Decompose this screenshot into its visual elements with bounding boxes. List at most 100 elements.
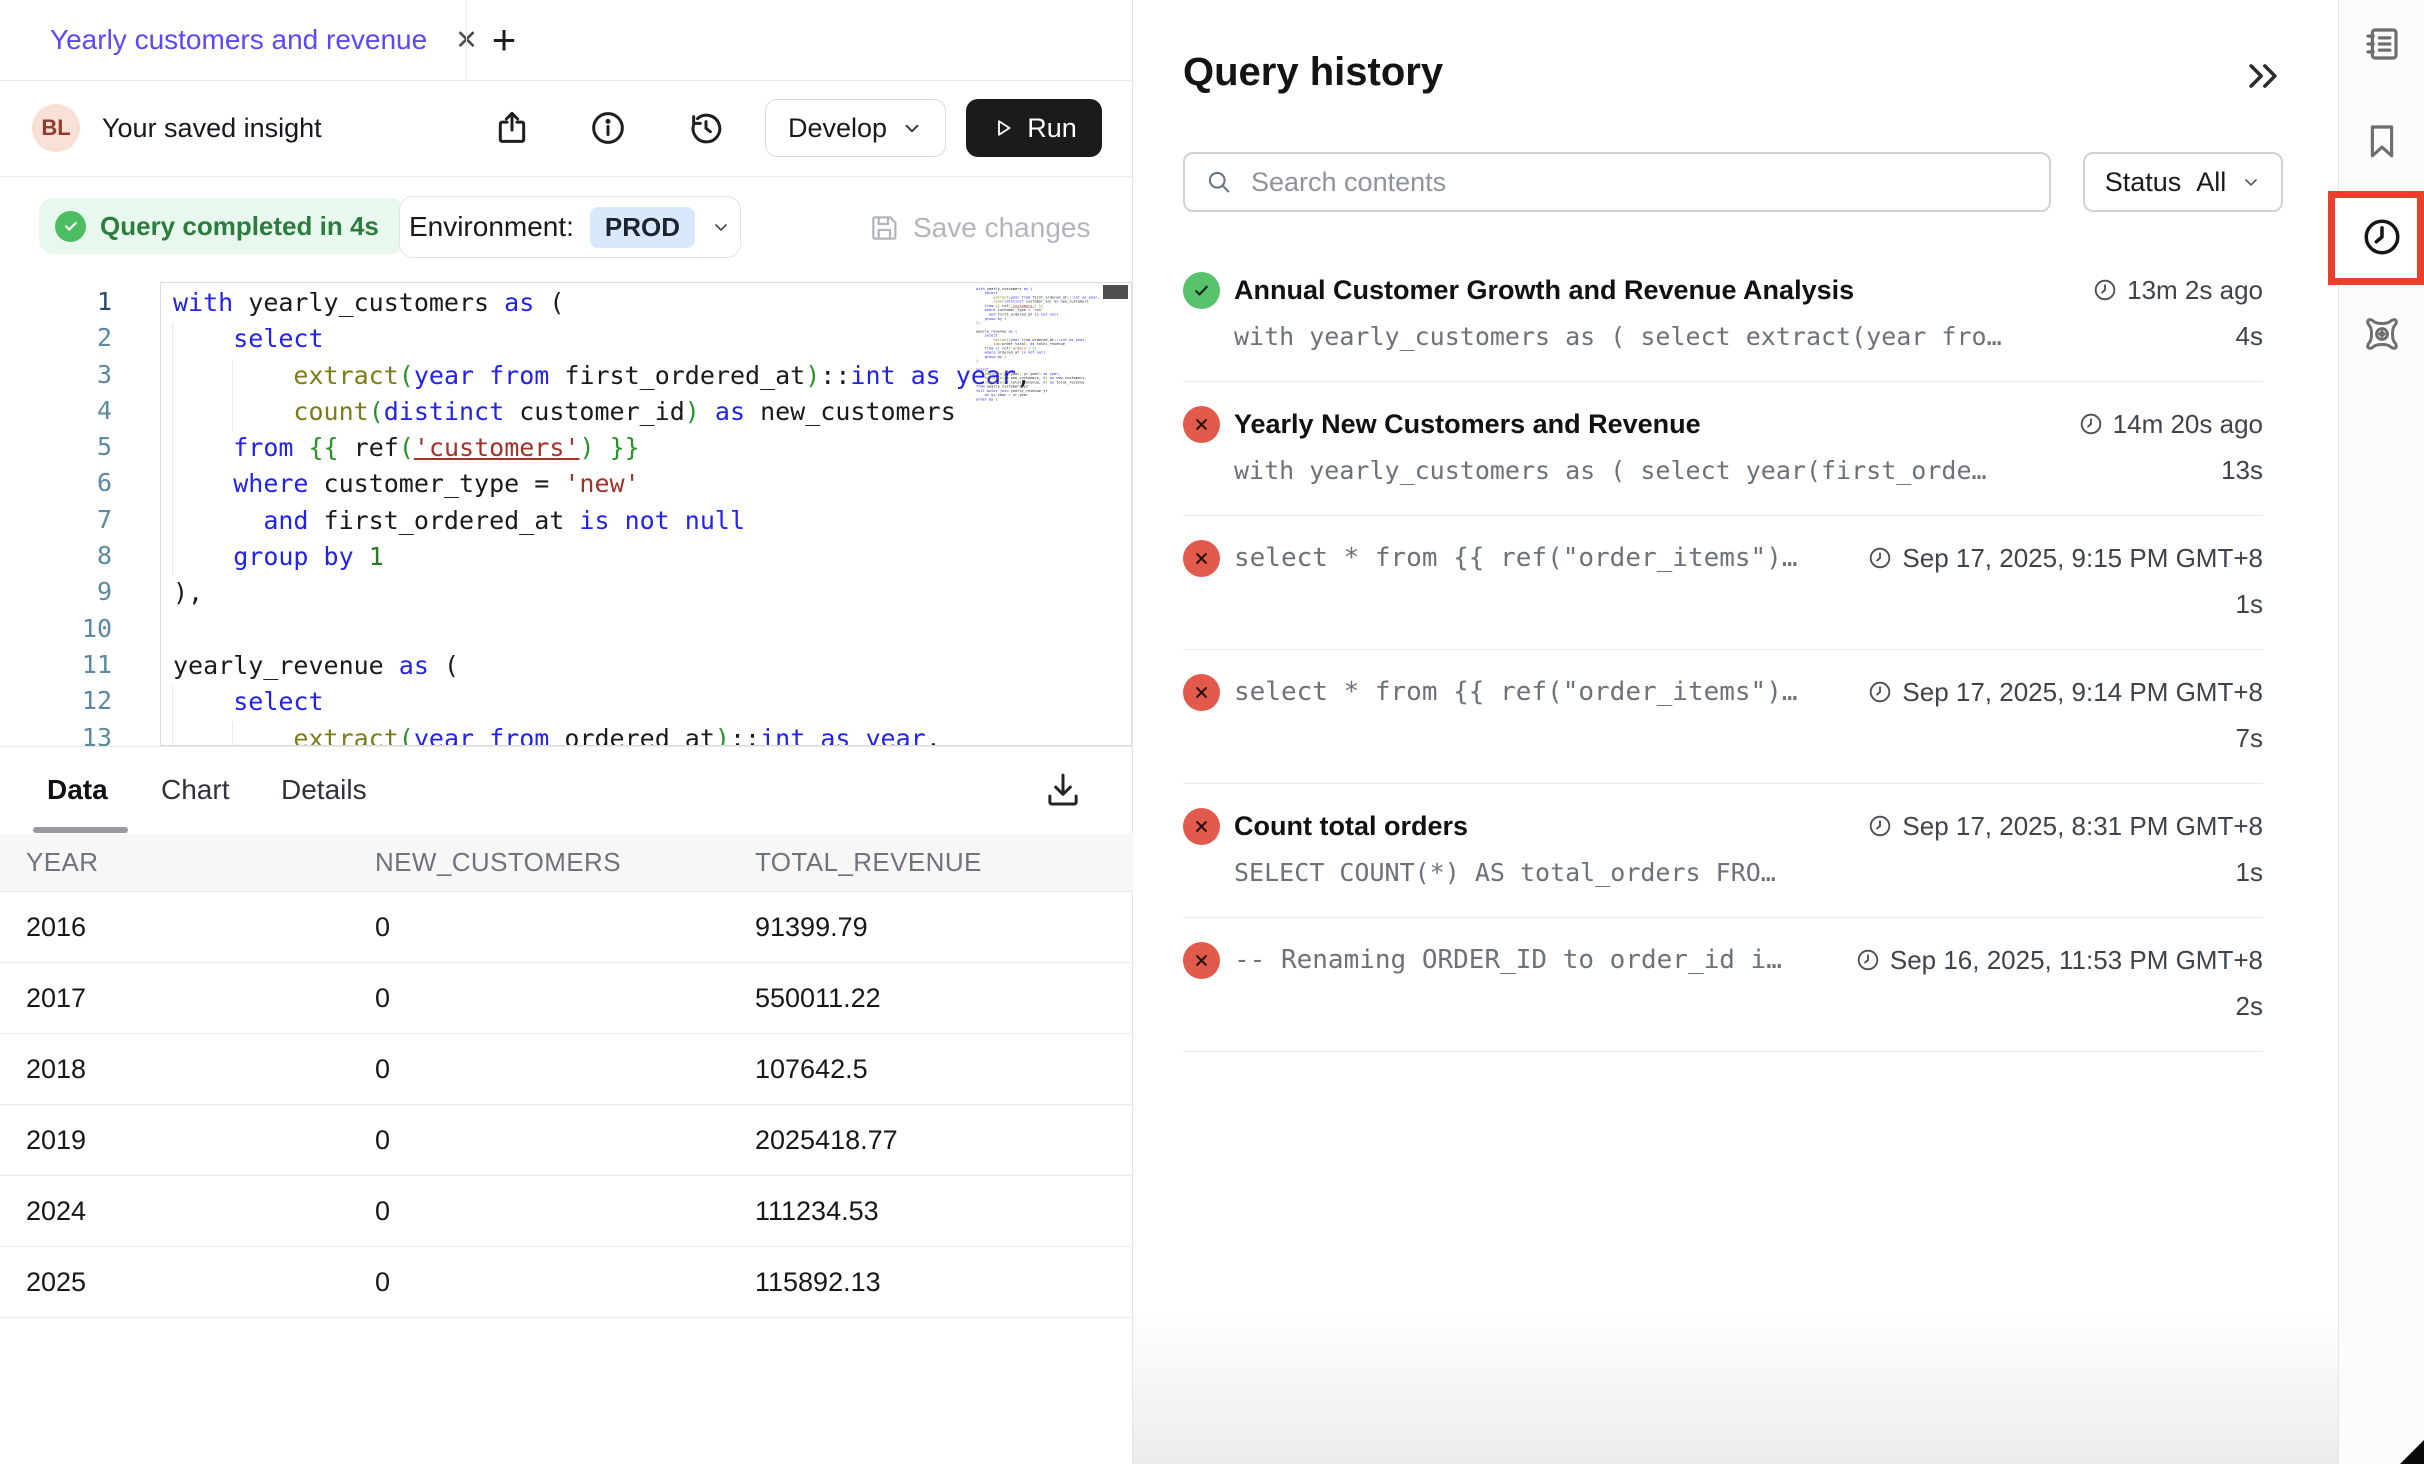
tab-details[interactable]: Details — [281, 747, 367, 833]
status-filter-label: Status — [2105, 167, 2182, 198]
table-cell: 0 — [375, 1196, 755, 1227]
table-row: 20250115892.13 — [0, 1247, 1133, 1318]
history-item-row-2: 7s — [1234, 720, 2263, 756]
history-item-row-1: Yearly New Customers and Revenue 14m 20s … — [1183, 405, 2263, 443]
table-row: 20180107642.5 — [0, 1034, 1133, 1105]
version-history-icon[interactable] — [686, 108, 726, 148]
table-cell: 111234.53 — [755, 1196, 1133, 1227]
info-icon[interactable] — [588, 108, 628, 148]
history-item-timestamp: 14m 20s ago — [2058, 409, 2263, 440]
timestamp-text: 14m 20s ago — [2113, 409, 2263, 440]
search-icon — [1205, 168, 1233, 196]
editor-gutter: 12345678910111213 — [0, 284, 148, 756]
history-item-row-2: with yearly_customers as ( select year(f… — [1234, 452, 2263, 488]
history-item-title: Yearly New Customers and Revenue — [1234, 409, 1701, 440]
share-icon[interactable] — [492, 108, 532, 148]
history-item-row-1: select * from {{ ref("order_items")…Sep … — [1183, 539, 2263, 577]
tab-bar: Yearly customers and revenue ✕ + — [0, 0, 1132, 81]
column-header-new-customers: NEW_CUSTOMERS — [375, 847, 755, 878]
query-history-item[interactable]: Yearly New Customers and Revenue 14m 20s … — [1183, 382, 2263, 516]
status-filter-dropdown[interactable]: Status All — [2083, 152, 2283, 212]
page-title: Query history — [1183, 50, 1443, 95]
indent-guide — [232, 359, 233, 431]
history-item-timestamp: Sep 17, 2025, 9:15 PM GMT+8 — [1847, 543, 2263, 574]
history-item-row-2: SELECT COUNT(*) AS total_orders FRO… 1s — [1234, 854, 2263, 890]
tab-chart[interactable]: Chart — [161, 747, 229, 833]
history-item-snippet: select * from {{ ref("order_items")… — [1234, 677, 1798, 707]
timestamp-text: Sep 16, 2025, 11:53 PM GMT+8 — [1890, 945, 2263, 976]
table-cell: 0 — [375, 983, 755, 1014]
table-header-row: YEAR NEW_CUSTOMERS TOTAL_REVENUE — [0, 834, 1133, 892]
history-item-timestamp: Sep 17, 2025, 8:31 PM GMT+8 — [1847, 811, 2263, 842]
tab-separator — [466, 0, 467, 79]
indent-guide — [232, 722, 233, 746]
bookmark-icon[interactable] — [2361, 120, 2403, 162]
search-input[interactable] — [1249, 166, 2029, 199]
environment-dropdown[interactable]: Environment: PROD — [399, 196, 741, 258]
new-tab-button[interactable]: + — [482, 18, 526, 62]
history-item-snippet: with yearly_customers as ( select year(f… — [1234, 456, 1987, 485]
history-item-snippet: with yearly_customers as ( select extrac… — [1234, 322, 2002, 351]
query-history-item[interactable]: -- Renaming ORDER_ID to order_id i… Sep 1… — [1183, 918, 2263, 1052]
environment-value-badge: PROD — [590, 207, 695, 248]
tab-yearly-customers-and-revenue[interactable]: Yearly customers and revenue ✕ — [50, 0, 478, 80]
table-cell: 0 — [375, 1054, 755, 1085]
history-item-duration: 4s — [2236, 321, 2263, 352]
success-check-icon — [55, 211, 86, 242]
code-editor-area[interactable]: with yearly_customers as ( select extrac… — [160, 282, 1132, 746]
notebook-icon[interactable] — [2361, 23, 2403, 65]
download-icon[interactable] — [1042, 769, 1084, 811]
table-cell: 2018 — [0, 1054, 375, 1085]
table-cell: 2016 — [0, 912, 375, 943]
history-item-row-1: select * from {{ ref("order_items")… Sep … — [1183, 673, 2263, 711]
line-number: 10 — [0, 611, 148, 647]
save-changes-label: Save changes — [913, 212, 1090, 244]
history-item-timestamp: Sep 17, 2025, 9:14 PM GMT+8 — [1847, 677, 2263, 708]
line-number: 12 — [0, 683, 148, 719]
query-history-item[interactable]: Annual Customer Growth and Revenue Analy… — [1183, 248, 2263, 382]
line-number: 3 — [0, 357, 148, 393]
editor-scrollbar-thumb[interactable] — [1103, 285, 1128, 299]
timestamp-text: Sep 17, 2025, 9:15 PM GMT+8 — [1902, 543, 2263, 574]
query-history-item[interactable]: select * from {{ ref("order_items")… Sep … — [1183, 650, 2263, 784]
code-line: order by 1 — [976, 397, 1108, 401]
table-cell: 91399.79 — [755, 912, 1133, 943]
ai-assistant-icon[interactable] — [2361, 313, 2403, 355]
chevron-down-icon — [711, 217, 731, 237]
save-changes-button[interactable]: Save changes — [862, 200, 1096, 256]
line-number: 9 — [0, 574, 148, 610]
history-item-duration: 1s — [2236, 589, 2263, 620]
table-body: 2016091399.7920170550011.2220180107642.5… — [0, 892, 1133, 1318]
query-history-item[interactable]: select * from {{ ref("order_items")…Sep … — [1183, 516, 2263, 650]
table-row: 2016091399.79 — [0, 892, 1133, 963]
history-item-duration: 1s — [2236, 857, 2263, 888]
table-cell: 0 — [375, 912, 755, 943]
results-tab-bar: Data Chart Details — [0, 747, 1133, 834]
chevron-down-icon — [901, 117, 923, 139]
history-item-snippet: -- Renaming ORDER_ID to order_id i… — [1234, 945, 1782, 975]
history-item-snippet: SELECT COUNT(*) AS total_orders FRO… — [1234, 858, 1776, 887]
editor-minimap[interactable]: with yearly_customers as ( select extrac… — [976, 287, 1108, 743]
timestamp-text: Sep 17, 2025, 8:31 PM GMT+8 — [1902, 811, 2263, 842]
error-status-icon — [1183, 942, 1220, 979]
table-cell: 2025418.77 — [755, 1125, 1133, 1156]
clock-history-icon[interactable] — [2361, 216, 2403, 258]
tab-label: Yearly customers and revenue — [50, 24, 427, 56]
error-status-icon — [1183, 540, 1220, 577]
saved-insight-label: Your saved insight — [102, 80, 322, 176]
tab-data[interactable]: Data — [47, 747, 108, 833]
table-cell: 550011.22 — [755, 983, 1133, 1014]
develop-dropdown[interactable]: Develop — [765, 99, 946, 157]
table-cell: 2017 — [0, 983, 375, 1014]
collapse-panel-icon[interactable] — [2241, 54, 2285, 98]
environment-label: Environment: — [409, 211, 574, 243]
table-row: 20170550011.22 — [0, 963, 1133, 1034]
query-history-item[interactable]: Count total ordersSep 17, 2025, 8:31 PM … — [1183, 784, 2263, 918]
run-button[interactable]: Run — [966, 99, 1102, 157]
error-status-icon — [1183, 406, 1220, 443]
line-number: 5 — [0, 429, 148, 465]
history-item-duration: 13s — [2221, 455, 2263, 486]
table-cell: 0 — [375, 1267, 755, 1298]
table-cell: 2024 — [0, 1196, 375, 1227]
query-history-list: Annual Customer Growth and Revenue Analy… — [1183, 248, 2263, 1052]
